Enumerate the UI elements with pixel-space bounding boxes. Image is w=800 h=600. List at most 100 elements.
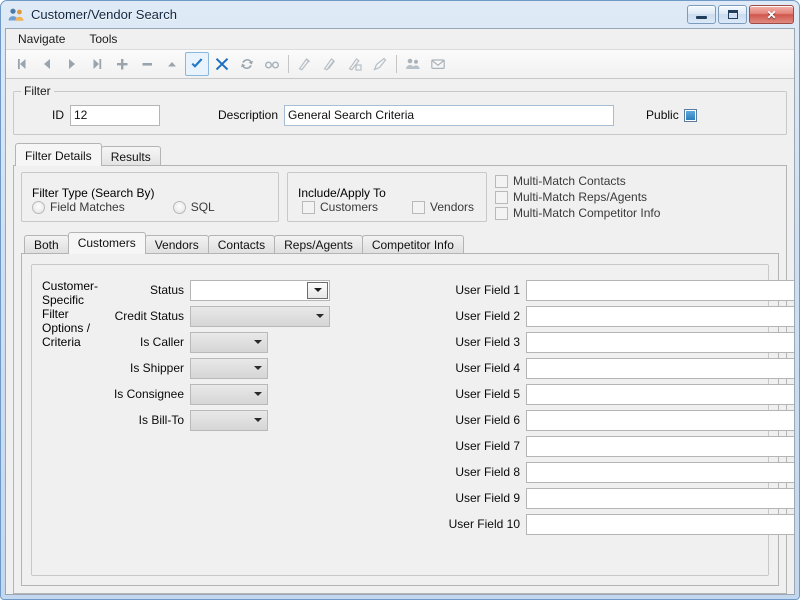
- add-record-icon[interactable]: [110, 52, 134, 76]
- tab-results[interactable]: Results: [101, 146, 161, 166]
- tab-both[interactable]: Both: [24, 235, 69, 254]
- user-field-1-input[interactable]: [526, 280, 795, 301]
- delete-record-icon[interactable]: [135, 52, 159, 76]
- last-record-icon[interactable]: [85, 52, 109, 76]
- tab-reps-agents[interactable]: Reps/Agents: [274, 235, 363, 254]
- checkbox-multi-match-contacts[interactable]: Multi-Match Contacts: [495, 174, 660, 188]
- include-apply-legend: Include/Apply To: [298, 186, 386, 200]
- checkbox-vendors[interactable]: Vendors: [412, 200, 474, 214]
- options-row: Filter Type (Search By) Field Matches SQ…: [21, 172, 779, 222]
- checkbox-multi-match-competitor-info[interactable]: Multi-Match Competitor Info: [495, 206, 660, 220]
- field-user-field-1: User Field 1: [428, 279, 795, 301]
- previous-record-icon[interactable]: [35, 52, 59, 76]
- credit-status-combobox[interactable]: [190, 306, 330, 327]
- chevron-down-icon: [307, 282, 328, 299]
- view-glasses-icon[interactable]: [260, 52, 284, 76]
- checkbox-customers[interactable]: Customers: [302, 200, 378, 214]
- is-shipper-combobox[interactable]: [190, 358, 268, 379]
- user-field-3-input[interactable]: [526, 332, 795, 353]
- user-field-6-label: User Field 6: [428, 413, 526, 427]
- chevron-down-icon: [248, 359, 267, 378]
- mail-icon[interactable]: [426, 52, 450, 76]
- filter-details-panel: Filter Type (Search By) Field Matches SQ…: [13, 165, 787, 594]
- close-button[interactable]: ✕: [749, 5, 794, 24]
- user-field-7-label: User Field 7: [428, 439, 526, 453]
- include-apply-group: Include/Apply To Customers Vendors: [287, 172, 487, 222]
- filter-type-legend: Filter Type (Search By): [32, 186, 154, 200]
- is-consignee-label: Is Consignee: [98, 387, 190, 401]
- collapse-icon[interactable]: [160, 52, 184, 76]
- credit-status-label: Credit Status: [98, 309, 190, 323]
- checkbox-customers-label: Customers: [320, 200, 378, 214]
- pencil-icon[interactable]: [368, 52, 392, 76]
- inner-tabstrip: Both Customers Vendors Contacts Reps/Age…: [21, 232, 779, 254]
- checkbox-multi-match-reps-agents[interactable]: Multi-Match Reps/Agents: [495, 190, 660, 204]
- is-consignee-combobox[interactable]: [190, 384, 268, 405]
- field-user-field-9: User Field 9: [428, 487, 795, 509]
- next-record-icon[interactable]: [60, 52, 84, 76]
- is-caller-combobox[interactable]: [190, 332, 268, 353]
- tab-customers[interactable]: Customers: [68, 232, 146, 254]
- toolbar-separator: [396, 55, 397, 73]
- user-field-4-input[interactable]: [526, 358, 795, 379]
- client-area: Navigate Tools: [5, 28, 795, 595]
- accept-check-icon[interactable]: [185, 52, 209, 76]
- user-field-2-input[interactable]: [526, 306, 795, 327]
- contacts-icon[interactable]: [401, 52, 425, 76]
- title-bar: Customer/Vendor Search ✕: [1, 1, 799, 28]
- user-field-4-label: User Field 4: [428, 361, 526, 375]
- outer-tabstrip: Filter Details Results: [13, 143, 787, 166]
- field-user-field-2: User Field 2: [428, 305, 795, 327]
- radio-sql[interactable]: SQL: [173, 200, 215, 214]
- is-shipper-label: Is Shipper: [98, 361, 190, 375]
- refresh-icon[interactable]: [235, 52, 259, 76]
- tab-vendors[interactable]: Vendors: [145, 235, 209, 254]
- is-bill-to-combobox[interactable]: [190, 410, 268, 431]
- field-user-field-5: User Field 5: [428, 383, 795, 405]
- radio-sql-label: SQL: [191, 200, 215, 214]
- filter-group-legend: Filter: [21, 84, 54, 98]
- window-title: Customer/Vendor Search: [31, 7, 177, 22]
- user-field-1-label: User Field 1: [428, 283, 526, 297]
- criteria-left-column: Status Credit Status: [98, 279, 428, 565]
- filter-run-icon[interactable]: [293, 52, 317, 76]
- criteria-legend: Customer-Specific Filter Options / Crite…: [42, 279, 98, 565]
- user-field-7-input[interactable]: [526, 436, 795, 457]
- menu-navigate[interactable]: Navigate: [14, 30, 69, 48]
- user-field-8-input[interactable]: [526, 462, 795, 483]
- radio-icon: [173, 201, 186, 214]
- user-field-9-input[interactable]: [526, 488, 795, 509]
- toolbar-separator: [288, 55, 289, 73]
- status-combobox[interactable]: [190, 280, 330, 301]
- user-field-6-input[interactable]: [526, 410, 795, 431]
- description-input[interactable]: [284, 105, 614, 126]
- tab-contacts[interactable]: Contacts: [208, 235, 275, 254]
- checkbox-icon: [412, 201, 425, 214]
- cancel-x-icon[interactable]: [210, 52, 234, 76]
- menu-tools[interactable]: Tools: [85, 30, 121, 48]
- tab-competitor-info[interactable]: Competitor Info: [362, 235, 464, 254]
- description-label: Description: [218, 108, 284, 122]
- filter-run-all-icon[interactable]: [318, 52, 342, 76]
- radio-icon: [32, 201, 45, 214]
- close-icon: ✕: [766, 9, 776, 21]
- checkbox-icon: [495, 207, 508, 220]
- chevron-down-icon: [248, 411, 267, 430]
- checkbox-vendors-label: Vendors: [430, 200, 474, 214]
- public-checkbox[interactable]: [684, 109, 697, 122]
- first-record-icon[interactable]: [10, 52, 34, 76]
- is-caller-label: Is Caller: [98, 335, 190, 349]
- user-field-3-label: User Field 3: [428, 335, 526, 349]
- checkbox-multi-match-competitor-info-label: Multi-Match Competitor Info: [513, 206, 660, 220]
- filter-edit-icon[interactable]: [343, 52, 367, 76]
- user-field-5-input[interactable]: [526, 384, 795, 405]
- field-status: Status: [98, 279, 428, 301]
- is-bill-to-label: Is Bill-To: [98, 413, 190, 427]
- minimize-button[interactable]: [687, 5, 716, 24]
- maximize-button[interactable]: [718, 5, 747, 24]
- id-input[interactable]: [70, 105, 160, 126]
- field-is-consignee: Is Consignee: [98, 383, 428, 405]
- user-field-10-input[interactable]: [526, 514, 795, 535]
- radio-field-matches[interactable]: Field Matches: [32, 200, 125, 214]
- tab-filter-details[interactable]: Filter Details: [15, 143, 102, 166]
